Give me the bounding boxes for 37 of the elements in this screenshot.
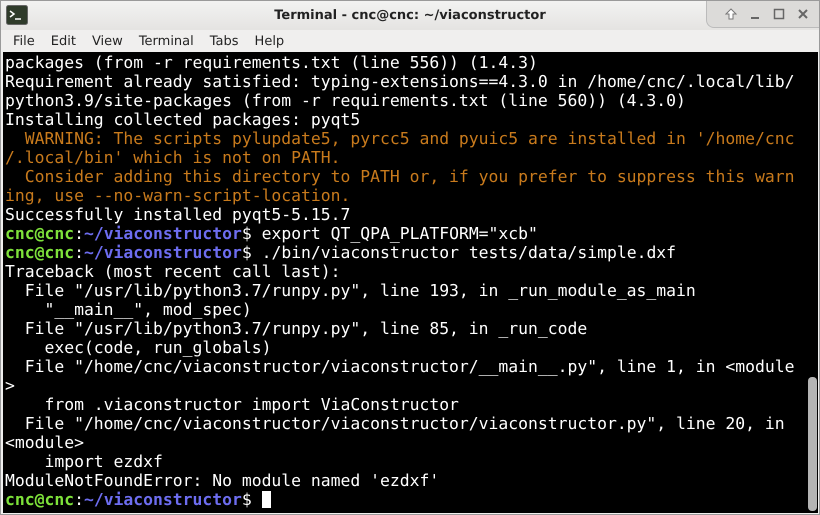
output-line: from .viaconstructor import ViaConstructor bbox=[43, 395, 460, 414]
output-line: > bbox=[5, 376, 16, 395]
menu-item[interactable]: Edit bbox=[42, 34, 84, 48]
output-line: Successfully installed pyqt5-5.15.7 bbox=[5, 205, 352, 224]
prompt-line: cnc@cnc:~/viaconstructor$ export QT_QPA_PLATFORM="xcb" bbox=[5, 224, 538, 243]
warning-line: Consider adding this directory to PATH or, if you prefer to suppress this warn bbox=[24, 167, 796, 186]
output-line: File "/home/cnc/viaconstructor/viaconstructor/__main__.py", line 1, in <module bbox=[24, 357, 796, 376]
output-line: <module> bbox=[5, 433, 85, 452]
output-line: ModuleNotFoundError: No module named 'ezdxf' bbox=[5, 471, 440, 490]
prompt-line: cnc@cnc:~/viaconstructor$ bbox=[5, 490, 252, 509]
output-line: File "/home/cnc/viaconstructor/viaconstructor/viaconstructor.py", line 20, in bbox=[24, 414, 786, 433]
menu-item[interactable]: Tabs bbox=[202, 34, 247, 48]
scrollbar-thumb[interactable] bbox=[808, 377, 817, 511]
output-line: File "/usr/lib/python3.7/runpy.py", line 85, in _run_code bbox=[24, 319, 588, 338]
warning-line: ing, use --no-warn-script-location. bbox=[5, 186, 352, 205]
output-line: import ezdxf bbox=[43, 452, 164, 471]
menu-item[interactable]: View bbox=[84, 34, 131, 48]
output-line: Installing collected packages: pyqt5 bbox=[5, 110, 362, 129]
output-line: "__main__", mod_spec) bbox=[43, 300, 253, 319]
terminal-area[interactable] bbox=[3, 52, 818, 513]
output-line: Requirement already satisfied: typing-extensions==4.3.0 in /home/cnc/.local/lib/ bbox=[5, 72, 796, 91]
shade-arrow-icon[interactable] bbox=[725, 8, 737, 20]
maximize-icon[interactable] bbox=[773, 8, 785, 20]
menu-item[interactable]: Help bbox=[246, 34, 292, 48]
close-icon[interactable] bbox=[797, 8, 809, 20]
prompt-line: cnc@cnc:~/viaconstructor$ ./bin/viaconstructor tests/data/simple.dxf bbox=[5, 243, 676, 262]
output-line: packages (from -r requirements.txt (line 556)) (1.4.3) bbox=[5, 53, 539, 72]
menu-item[interactable]: File bbox=[5, 34, 43, 48]
output-line: Traceback (most recent call last): bbox=[5, 262, 342, 281]
output-line: exec(code, run_globals) bbox=[43, 338, 272, 357]
output-line: python3.9/site-packages (from -r requirements.txt (line 560)) (4.3.0) bbox=[5, 91, 687, 110]
output-line: File "/usr/lib/python3.7/runpy.py", line 193, in _run_module_as_main bbox=[24, 281, 697, 300]
window-title: Terminal - cnc@cnc: ~/viaconstructor bbox=[274, 8, 546, 23]
warning-line: WARNING: The scripts pylupdate5, pyrcc5 and pyuic5 are installed in '/home/cnc bbox=[24, 129, 796, 148]
warning-line: /.local/bin' which is not on PATH. bbox=[5, 148, 342, 167]
menu-item[interactable]: Terminal bbox=[130, 34, 202, 48]
terminal-icon bbox=[6, 5, 28, 25]
